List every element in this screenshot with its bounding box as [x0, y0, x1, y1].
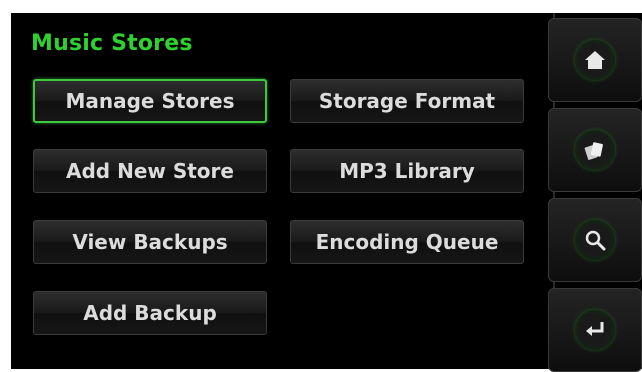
search-button[interactable] [548, 198, 642, 282]
cards-button[interactable] [548, 108, 642, 192]
cards-icon [575, 130, 615, 170]
search-icon [575, 220, 615, 260]
add-backup-button[interactable]: Add Backup [33, 291, 267, 335]
return-icon [575, 310, 615, 350]
encoding-queue-button[interactable]: Encoding Queue [290, 220, 524, 264]
add-new-store-button[interactable]: Add New Store [33, 149, 267, 193]
view-backups-button[interactable]: View Backups [33, 220, 267, 264]
mp3-library-button[interactable]: MP3 Library [290, 149, 524, 193]
return-button[interactable] [548, 288, 642, 372]
manage-stores-button[interactable]: Manage Stores [33, 79, 267, 123]
storage-format-button[interactable]: Storage Format [290, 79, 524, 123]
home-icon [575, 40, 615, 80]
page-title: Music Stores [31, 31, 193, 56]
home-button[interactable] [548, 18, 642, 102]
